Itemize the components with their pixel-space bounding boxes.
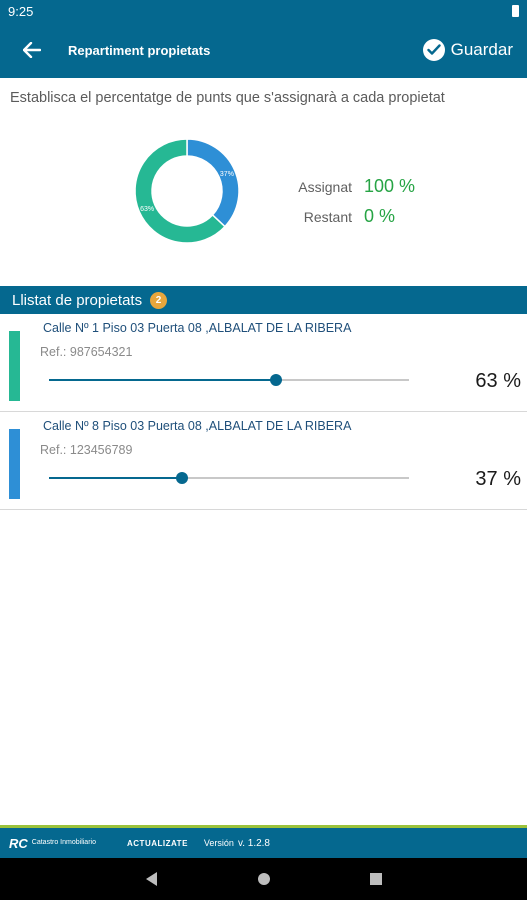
logo-text: Catastro Inmobiliario [31,839,96,846]
property-ref: Ref.: 987654321 [40,345,133,359]
percentage-slider[interactable] [49,472,409,484]
footer: RC Catastro Inmobiliario ACTUALIZATE Ver… [0,825,527,858]
property-address: Calle Nº 1 Piso 03 Puerta 08 ,ALBALAT DE… [43,321,352,335]
arrow-left-icon [23,42,41,58]
slider-thumb[interactable] [176,472,189,484]
donut-slice [186,138,240,228]
nav-home-button[interactable] [208,858,320,900]
property-row: Calle Nº 8 Piso 03 Puerta 08 ,ALBALAT DE… [0,412,527,510]
summary-stats: Assignat 100 % Restant 0 % [284,176,415,236]
property-row: Calle Nº 1 Piso 03 Puerta 08 ,ALBALAT DE… [0,314,527,412]
logo-mark: RC [9,835,28,851]
save-button[interactable]: Guardar [422,39,513,61]
version-number: v. 1.2.8 [237,837,270,849]
nav-recents-button[interactable] [320,858,432,900]
system-nav-bar [0,858,527,900]
save-label: Guardar [450,40,513,59]
app-bar: Repartiment propietats Guardar [0,22,527,78]
nav-back-icon [146,872,157,886]
property-color-bar [9,429,20,499]
slider-fill [49,379,276,381]
version-label: Versión [203,837,234,848]
remaining-label: Restant [303,209,352,225]
distribution-donut-chart: 37% 63% [134,138,240,244]
nav-back-button[interactable] [96,858,208,900]
list-header-label: Llistat de propietats [12,291,143,309]
nav-recents-icon [369,873,382,885]
donut-slice-label: 63% [140,206,154,213]
check-circle-icon [422,39,445,61]
status-time: 9:25 [8,3,34,19]
version-info: Versión v. 1.2.8 [204,838,270,849]
property-list-header: Llistat de propietats 2 [0,286,527,314]
status-bar: 9:25 [0,0,527,22]
assigned-label: Assignat [298,179,352,195]
page-title: Repartiment propietats [68,42,211,58]
percentage-slider[interactable] [49,374,409,386]
property-percent: 63 % [475,370,521,392]
back-button[interactable] [12,30,52,70]
property-address: Calle Nº 8 Piso 03 Puerta 08 ,ALBALAT DE… [43,419,352,433]
count-badge: 2 [150,291,168,309]
assigned-value: 100 % [364,176,416,196]
slider-thumb[interactable] [269,374,282,386]
donut-slice-label: 37% [220,171,234,178]
property-ref: Ref.: 123456789 [40,443,133,457]
property-percent: 37 % [475,468,521,490]
remaining-row: Restant 0 % [284,206,415,236]
catastro-logo: RC Catastro Inmobiliario [9,836,109,851]
remaining-value: 0 % [364,206,396,226]
property-color-bar [9,331,20,401]
brand-label: ACTUALIZATE [127,838,188,848]
slider-fill [49,477,183,479]
battery-icon [512,5,519,17]
nav-home-icon [257,873,270,885]
instruction-text: Establisca el percentatge de punts que s… [10,90,445,106]
assigned-row: Assignat 100 % [284,176,415,206]
